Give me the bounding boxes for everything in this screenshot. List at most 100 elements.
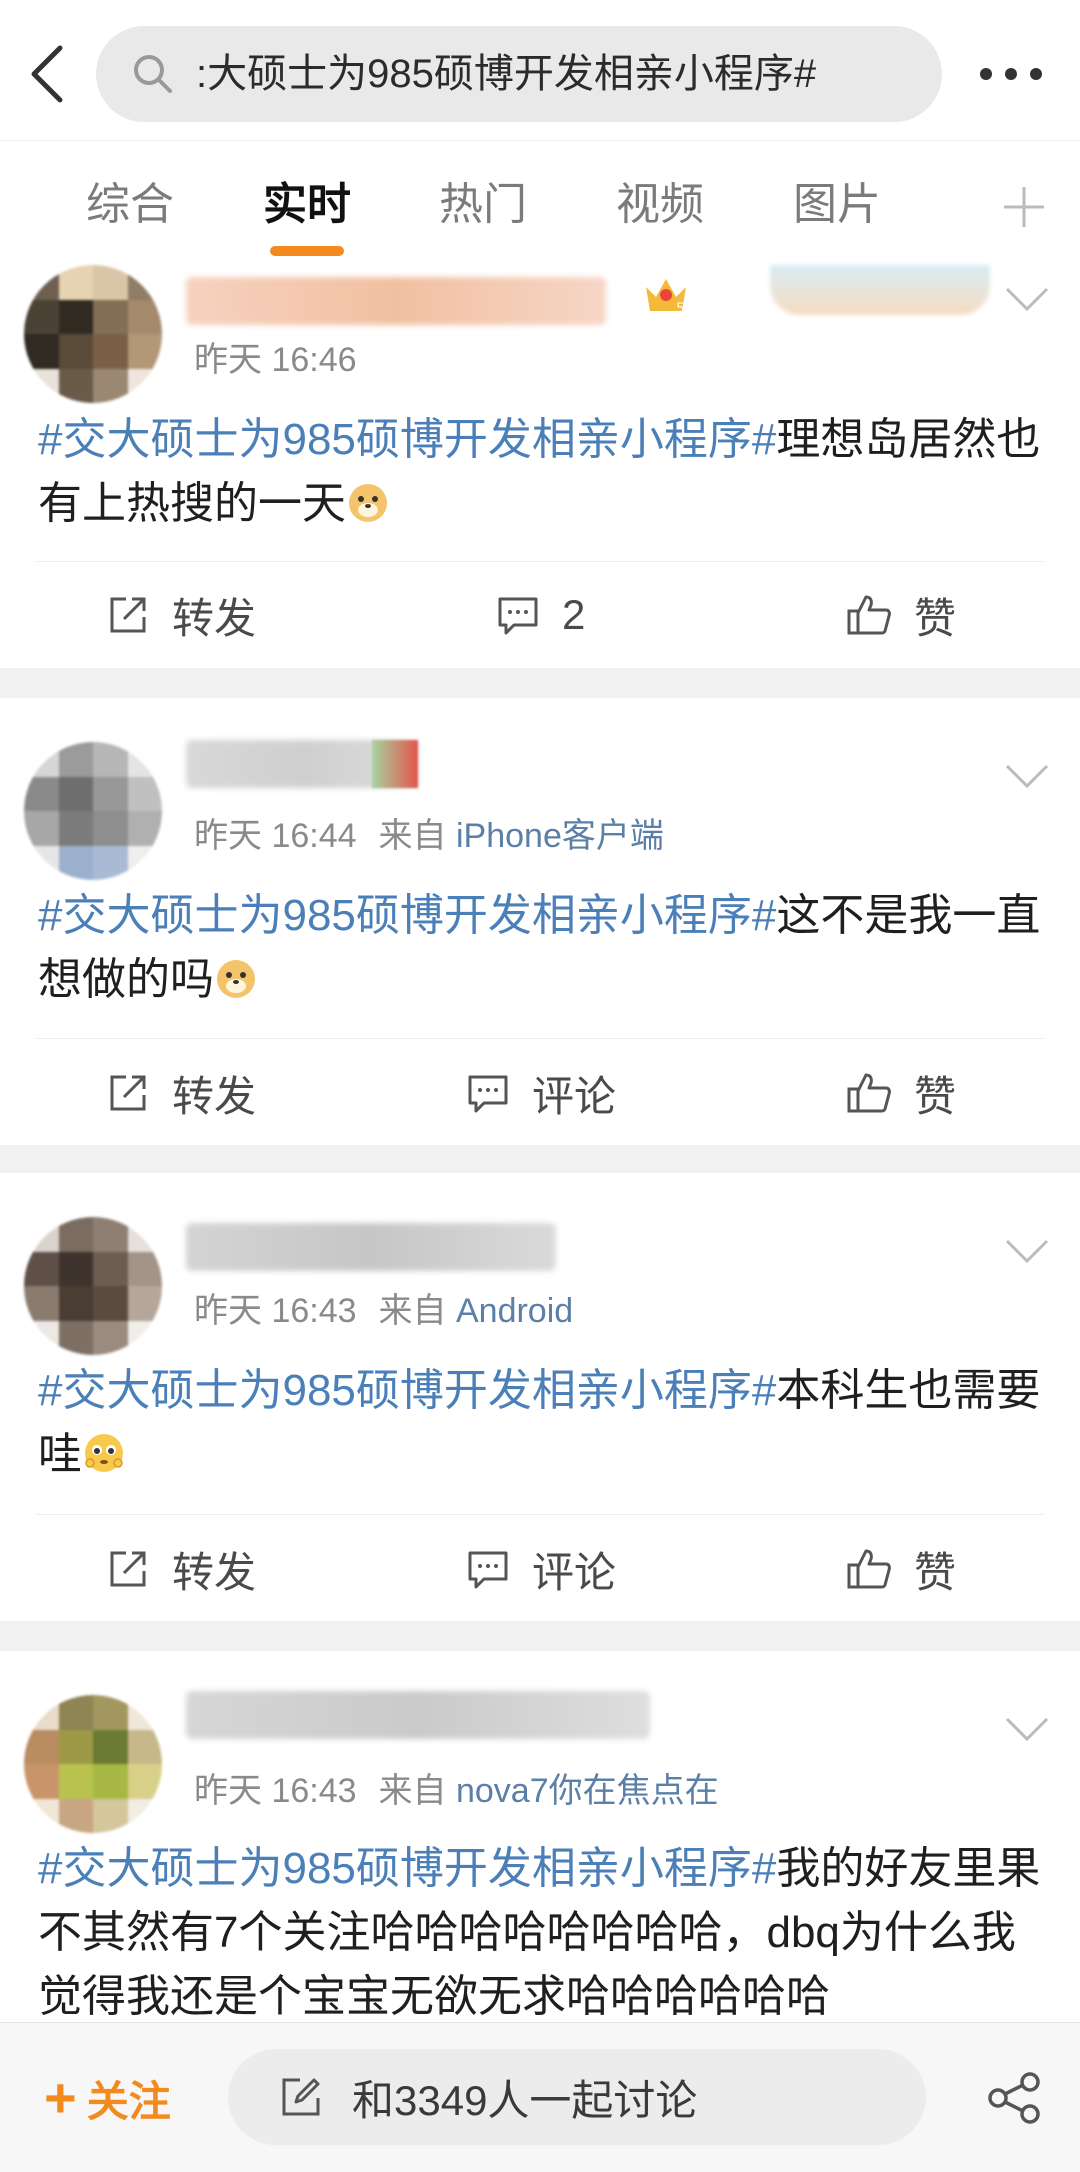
tab-hot[interactable]: 热门: [439, 179, 527, 231]
edit-icon: [282, 2078, 320, 2116]
avatar[interactable]: [24, 1695, 162, 1833]
vip-crown-icon: 5: [646, 279, 686, 317]
comment-label: 评论: [532, 1548, 617, 1596]
post-actions: 转发 评论 赞: [0, 1048, 1080, 1138]
post-content: #交大硕士为985硕博开发相亲小程序#本科生也需要哇: [38, 1359, 1048, 1487]
comment-icon: [498, 597, 538, 635]
post-source[interactable]: Android: [456, 1292, 573, 1330]
tab-realtime[interactable]: 实时: [263, 179, 351, 231]
share-icon[interactable]: [986, 2071, 1044, 2125]
thumbs-up-icon: [847, 1549, 891, 1589]
chevron-down-icon[interactable]: [1004, 1715, 1050, 1743]
divider: [36, 1514, 1044, 1515]
repost-button[interactable]: 转发: [106, 1524, 256, 1614]
feed-post: 昨天 16:44 来自 iPhone客户端 #交大硕士为985硕博开发相亲小程序#…: [0, 698, 1080, 1145]
divider: [36, 561, 1044, 562]
repost-label: 转发: [172, 1072, 257, 1120]
post-separator: [0, 668, 1080, 698]
post-content: #交大硕士为985硕博开发相亲小程序#理想岛居然也有上热搜的一天: [38, 408, 1048, 536]
username-blurred[interactable]: [186, 1691, 650, 1739]
post-separator: [0, 1145, 1080, 1173]
avatar[interactable]: [24, 265, 162, 403]
tab-comprehensive[interactable]: 综合: [86, 179, 174, 231]
repost-button[interactable]: 转发: [106, 570, 256, 660]
discuss-input[interactable]: 和3349人一起讨论: [228, 2049, 926, 2145]
discuss-label: 和3349人一起讨论: [352, 2076, 698, 2124]
post-separator: [0, 1621, 1080, 1651]
post-hashtag[interactable]: #交大硕士为985硕博开发相亲小程序#: [38, 1366, 776, 1415]
post-hashtag[interactable]: #交大硕士为985硕博开发相亲小程序#: [38, 891, 776, 940]
post-content: #交大硕士为985硕博开发相亲小程序#这不是我一直想做的吗: [38, 884, 1048, 1012]
like-button[interactable]: 赞: [846, 1048, 956, 1138]
comment-button[interactable]: 评论: [466, 1048, 616, 1138]
avatar[interactable]: [24, 742, 162, 880]
more-icon[interactable]: [976, 64, 1046, 84]
follow-button[interactable]: + 关注: [44, 2066, 171, 2129]
post-time: 昨天 16:44: [194, 817, 357, 855]
source-prefix: 来自: [378, 817, 447, 855]
tab-pictures[interactable]: 图片: [793, 179, 881, 231]
repost-icon: [110, 1551, 146, 1587]
post-time: 昨天 16:46: [194, 341, 357, 379]
comment-label: 评论: [532, 1072, 617, 1120]
username-blurred[interactable]: [186, 277, 606, 325]
comment-icon: [468, 1551, 508, 1589]
repost-icon: [110, 597, 146, 633]
comment-count: 2: [562, 591, 586, 638]
active-tab-indicator: [270, 246, 344, 256]
comment-button[interactable]: 评论: [466, 1524, 616, 1614]
post-time: 昨天 16:43: [194, 1292, 357, 1330]
doge-emoji-icon: [349, 484, 387, 522]
like-button[interactable]: 赞: [846, 570, 956, 660]
chevron-down-icon[interactable]: [1004, 762, 1050, 790]
post-source[interactable]: iPhone客户端: [456, 817, 664, 855]
svg-text:5: 5: [676, 301, 685, 317]
chevron-down-icon[interactable]: [1004, 1237, 1050, 1265]
bottom-bar: + 关注 和3349人一起讨论: [0, 2022, 1080, 2172]
feed-post: 昨天 16:43 来自 Android #交大硕士为985硕博开发相亲小程序#本科…: [0, 1173, 1080, 1621]
thumbs-up-icon: [847, 1073, 891, 1113]
post-time: 昨天 16:43: [194, 1772, 357, 1810]
doge-emoji-icon: [217, 960, 255, 998]
source-prefix: 来自: [378, 1772, 447, 1810]
card-decoration-image: [770, 265, 990, 315]
thumbs-up-icon: [847, 595, 891, 635]
search-icon: [134, 55, 172, 93]
search-query: :大硕士为985硕博开发相亲小程序#: [196, 52, 817, 96]
post-meta: 昨天 16:44 来自 iPhone客户端: [194, 816, 664, 856]
feed-post: 昨天 16:43 来自 nova7你在焦点在 #交大硕士为985硕博开发相亲小程序…: [0, 1651, 1080, 2022]
avatar[interactable]: [24, 1217, 162, 1355]
post-actions: 转发 2 赞: [0, 570, 1080, 660]
post-source[interactable]: nova7你在焦点在: [456, 1772, 719, 1810]
post-content: #交大硕士为985硕博开发相亲小程序#我的好友里果不其然有7个关注哈哈哈哈哈哈哈…: [38, 1837, 1048, 2022]
post-hashtag[interactable]: #交大硕士为985硕博开发相亲小程序#: [38, 1844, 776, 1893]
plus-icon: +: [44, 2066, 77, 2129]
add-tab-icon[interactable]: [1002, 185, 1046, 229]
comment-button[interactable]: 2: [496, 570, 585, 660]
badge-icon: [372, 740, 418, 788]
repost-icon: [110, 1075, 146, 1111]
tab-bar: 综合 实时 热门 视频 图片: [0, 140, 1080, 264]
follow-label: 关注: [86, 2077, 171, 2125]
like-label: 赞: [914, 1072, 957, 1120]
back-arrow-icon[interactable]: [26, 44, 76, 104]
tab-video[interactable]: 视频: [616, 179, 704, 231]
pleading-emoji-icon: [85, 1434, 123, 1472]
post-meta: 昨天 16:43 来自 nova7你在焦点在: [194, 1771, 719, 1811]
like-label: 赞: [914, 1548, 957, 1596]
comment-icon: [468, 1075, 508, 1113]
top-bar: :大硕士为985硕博开发相亲小程序#: [0, 0, 1080, 140]
divider: [36, 1038, 1044, 1039]
post-hashtag[interactable]: #交大硕士为985硕博开发相亲小程序#: [38, 415, 776, 464]
post-meta: 昨天 16:46: [194, 340, 357, 380]
search-box[interactable]: :大硕士为985硕博开发相亲小程序#: [96, 26, 942, 122]
like-button[interactable]: 赞: [846, 1524, 956, 1614]
chevron-down-icon[interactable]: [1004, 285, 1050, 313]
username-blurred[interactable]: [186, 1223, 556, 1271]
post-meta: 昨天 16:43 来自 Android: [194, 1291, 573, 1331]
source-prefix: 来自: [378, 1292, 447, 1330]
like-label: 赞: [914, 594, 957, 642]
repost-label: 转发: [172, 1548, 257, 1596]
repost-button[interactable]: 转发: [106, 1048, 256, 1138]
repost-label: 转发: [172, 594, 257, 642]
